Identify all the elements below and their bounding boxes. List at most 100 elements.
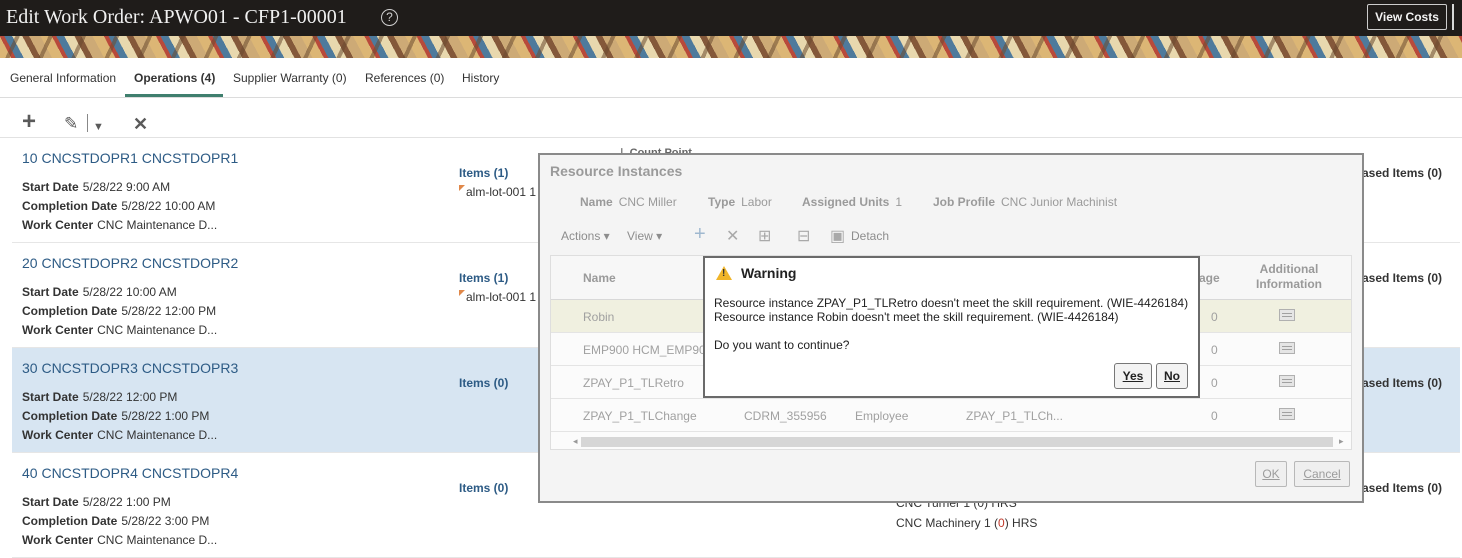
purchased-items-link[interactable]: ased Items (0)	[1362, 481, 1442, 495]
resource-machinery-count: 0	[998, 516, 1005, 530]
ok-button[interactable]: OK	[1255, 461, 1287, 487]
resource-machinery: CNC Machinery 1 (0) HRS	[896, 516, 1037, 530]
delete-row-icon[interactable]: ✕	[726, 226, 739, 246]
row-type: Employee	[855, 409, 909, 423]
completion-date-row: Completion Date 5/28/22 12:00 PM	[22, 304, 216, 318]
lot-item: alm-lot-001 1	[459, 185, 536, 199]
tab-references[interactable]: References (0)	[365, 71, 444, 85]
warning-icon-mark: !	[722, 268, 726, 279]
completion-date-label: Completion Date	[22, 514, 118, 528]
horizontal-scrollbar[interactable]	[581, 437, 1333, 447]
completion-date-row: Completion Date 5/28/22 10:00 AM	[22, 199, 215, 213]
resource-machinery-name: CNC Machinery 1 (	[896, 516, 999, 530]
work-center-value: CNC Maintenance D...	[97, 428, 218, 442]
start-date-row: Start Date 5/28/22 12:00 PM	[22, 390, 177, 404]
purchased-items-link[interactable]: ased Items (0)	[1362, 376, 1442, 390]
completion-date-label: Completion Date	[22, 304, 118, 318]
header-divider	[1452, 4, 1454, 30]
operation-title[interactable]: 40 CNCSTDOPR4 CNCSTDOPR4	[22, 465, 238, 481]
completion-date-label: Completion Date	[22, 199, 118, 213]
query-filter-icon[interactable]: ⊟	[797, 226, 810, 246]
items-link[interactable]: Items (1)	[459, 166, 508, 180]
no-button[interactable]: No	[1156, 363, 1188, 389]
job-profile-label: Job Profile	[933, 195, 996, 209]
purchased-items-link[interactable]: ased Items (0)	[1362, 166, 1442, 180]
row-usage: 0	[1211, 343, 1218, 357]
freeze-columns-icon[interactable]: ⊞	[758, 226, 771, 246]
pencil-icon[interactable]: ✎	[64, 114, 78, 134]
completion-date-value: 5/28/22 12:00 PM	[121, 304, 217, 318]
column-header-information[interactable]: Information	[1251, 277, 1327, 291]
items-link[interactable]: Items (1)	[459, 271, 508, 285]
view-menu[interactable]: View ▾	[627, 229, 662, 243]
operation-title[interactable]: 30 CNCSTDOPR3 CNCSTDOPR3	[22, 360, 238, 376]
resource-name-value: CNC Miller	[618, 195, 677, 209]
chevron-down-icon[interactable]: ▼	[93, 117, 104, 137]
start-date-label: Start Date	[22, 285, 79, 299]
detach-button[interactable]: Detach	[851, 229, 889, 243]
resource-type-label: Type	[708, 195, 736, 209]
completion-date-value: 5/28/22 1:00 PM	[121, 409, 210, 423]
detach-icon[interactable]: ▣	[830, 226, 845, 246]
row-usage: 0	[1211, 310, 1218, 324]
active-tab-indicator	[125, 94, 223, 97]
table-row[interactable]: ZPAY_P1_TLChange CDRM_355956 Employee ZP…	[551, 399, 1351, 432]
scroll-left-icon[interactable]: ◂	[573, 436, 578, 447]
page-title: Edit Work Order: APWO01 - CFP1-00001	[6, 6, 347, 28]
row-name: Robin	[583, 310, 615, 324]
start-date-value: 5/28/22 12:00 PM	[82, 390, 178, 404]
dialog-title: Resource Instances	[550, 163, 683, 179]
cancel-button[interactable]: Cancel	[1294, 461, 1350, 487]
page-header: Edit Work Order: APWO01 - CFP1-00001 ? V…	[0, 0, 1462, 36]
additional-info-icon[interactable]	[1279, 309, 1295, 321]
completion-date-row: Completion Date 5/28/22 3:00 PM	[22, 514, 209, 528]
operations-toolbar: + ✎ ▼ ✕	[0, 110, 1462, 138]
start-date-row: Start Date 5/28/22 9:00 AM	[22, 180, 170, 194]
warning-message-1: Resource instance ZPAY_P1_TLRetro doesn'…	[714, 296, 1189, 310]
additional-info-icon[interactable]	[1279, 342, 1295, 354]
operation-title[interactable]: 20 CNCSTDOPR2 CNCSTDOPR2	[22, 255, 238, 271]
actions-menu[interactable]: Actions ▾	[561, 229, 610, 243]
start-date-label: Start Date	[22, 180, 79, 194]
work-center-label: Work Center	[22, 428, 94, 442]
tab-general-information[interactable]: General Information	[10, 71, 116, 85]
start-date-value: 5/28/22 1:00 PM	[82, 495, 171, 509]
completion-date-value: 5/28/22 3:00 PM	[121, 514, 210, 528]
items-link[interactable]: Items (0)	[459, 481, 508, 495]
view-costs-button[interactable]: View Costs	[1367, 4, 1447, 30]
additional-info-icon[interactable]	[1279, 375, 1295, 387]
completion-date-value: 5/28/22 10:00 AM	[121, 199, 216, 213]
toolbar-separator	[87, 114, 88, 132]
resource-type-value: Labor	[741, 195, 772, 209]
tab-operations[interactable]: Operations (4)	[134, 71, 215, 85]
resource-type-info: Type Labor	[708, 195, 772, 209]
row-display-name: ZPAY_P1_TLCh...	[966, 409, 1063, 423]
purchased-items-link[interactable]: ased Items (0)	[1362, 271, 1442, 285]
warning-question: Do you want to continue?	[714, 338, 850, 352]
start-date-row: Start Date 5/28/22 1:00 PM	[22, 495, 171, 509]
plus-icon[interactable]: +	[22, 110, 36, 134]
column-header-usage[interactable]: age	[1199, 271, 1220, 285]
work-center-value: CNC Maintenance D...	[97, 533, 218, 547]
row-person-number: CDRM_355956	[744, 409, 827, 423]
items-link[interactable]: Items (0)	[459, 376, 508, 390]
tab-supplier-warranty[interactable]: Supplier Warranty (0)	[233, 71, 347, 85]
tab-history[interactable]: History	[462, 71, 499, 85]
work-center-row: Work Center CNC Maintenance D...	[22, 533, 217, 547]
flag-icon	[459, 290, 465, 296]
lot-value: alm-lot-001 1	[466, 185, 537, 199]
start-date-value: 5/28/22 9:00 AM	[82, 180, 171, 194]
operation-title[interactable]: 10 CNCSTDOPR1 CNCSTDOPR1	[22, 150, 238, 166]
yes-button[interactable]: Yes	[1114, 363, 1152, 389]
close-icon[interactable]: ✕	[133, 114, 148, 134]
decorative-banner	[0, 36, 1462, 58]
additional-info-icon[interactable]	[1279, 408, 1295, 420]
column-header-additional[interactable]: Additional	[1256, 262, 1322, 276]
work-center-row: Work Center CNC Maintenance D...	[22, 428, 217, 442]
help-icon[interactable]: ?	[381, 9, 398, 26]
column-header-name[interactable]: Name	[583, 271, 616, 285]
tab-bar: General Information Operations (4) Suppl…	[0, 58, 1462, 98]
scroll-right-icon[interactable]: ▸	[1339, 436, 1344, 447]
work-center-label: Work Center	[22, 218, 94, 232]
add-row-icon[interactable]: +	[694, 223, 706, 246]
